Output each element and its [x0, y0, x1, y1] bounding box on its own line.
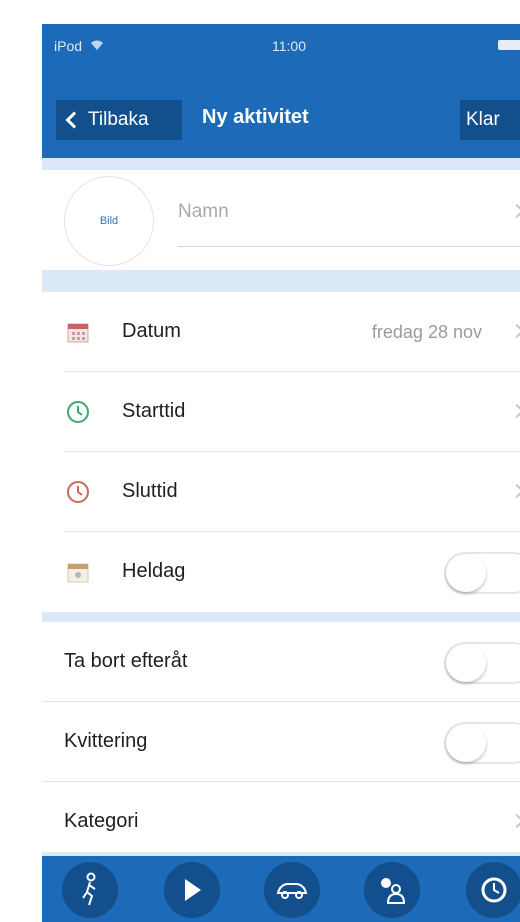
section-separator — [42, 270, 520, 292]
end-time-label: Sluttid — [122, 480, 178, 502]
tab-activity[interactable] — [62, 862, 118, 918]
remove-after-label: Ta bort efteråt — [64, 650, 188, 672]
tab-time[interactable] — [466, 862, 520, 918]
chevron-right-icon — [509, 203, 520, 219]
name-section: Bild — [42, 170, 520, 270]
category-label: Kategori — [64, 810, 139, 832]
receipt-row: Kvittering — [42, 702, 520, 782]
chevron-right-icon — [509, 813, 520, 829]
receipt-toggle[interactable] — [444, 722, 520, 764]
chevron-left-icon — [65, 111, 83, 129]
all-day-label: Heldag — [122, 560, 186, 582]
people-icon — [381, 878, 406, 904]
receipt-label: Kvittering — [64, 730, 148, 752]
phone-screen: iPod 11:00 Tilbaka Ny aktivitet Klar Bil… — [42, 24, 520, 922]
date-value: fredag 28 nov — [371, 322, 482, 342]
toggle-knob — [446, 644, 486, 682]
toggle-knob — [446, 554, 486, 592]
photo-label: Bild — [99, 215, 119, 227]
tab-transport[interactable] — [264, 862, 320, 918]
back-label: Tilbaka — [88, 109, 149, 130]
category-row[interactable]: Kategori — [42, 782, 520, 862]
calendar-icon — [67, 323, 89, 343]
page-title: Ny aktivitet — [202, 106, 309, 128]
tab-notifications[interactable] — [164, 862, 220, 918]
date-label: Datum — [122, 320, 181, 342]
clock-icon — [481, 877, 507, 903]
start-clock-icon — [67, 401, 89, 423]
section-separator — [42, 158, 520, 170]
status-bar: iPod 11:00 — [42, 24, 520, 68]
start-time-row[interactable]: Starttid — [42, 372, 520, 452]
chevron-right-icon — [509, 483, 520, 499]
top-bar: iPod 11:00 Tilbaka Ny aktivitet Klar — [42, 24, 520, 158]
start-time-label: Starttid — [122, 400, 186, 422]
bottom-tab-bar — [42, 856, 520, 922]
wifi-icon — [90, 40, 103, 50]
name-input[interactable] — [178, 192, 520, 232]
all-day-row: Heldag — [42, 532, 520, 612]
chevron-right-icon — [509, 323, 520, 339]
nav-bar: Tilbaka Ny aktivitet Klar — [42, 68, 520, 158]
remove-after-row: Ta bort efteråt — [42, 622, 520, 702]
battery-icon — [498, 40, 520, 50]
chevron-right-icon — [509, 403, 520, 419]
car-icon — [276, 883, 308, 899]
back-button[interactable]: Tilbaka — [56, 100, 182, 140]
photo-button[interactable]: Bild — [64, 176, 154, 266]
bell-icon — [185, 879, 201, 901]
tab-people[interactable] — [364, 862, 420, 918]
all-day-toggle[interactable] — [444, 552, 520, 594]
carrier-label: iPod — [54, 38, 104, 54]
done-button[interactable]: Klar — [460, 100, 520, 140]
carrier-text: iPod — [54, 38, 83, 54]
end-clock-icon — [67, 481, 89, 503]
toggle-knob — [446, 724, 486, 762]
date-row[interactable]: Datum fredag 28 nov — [42, 292, 520, 372]
calendar-day-icon — [67, 563, 89, 583]
walking-person-icon — [82, 872, 96, 906]
name-underline — [178, 246, 520, 247]
remove-after-toggle[interactable] — [444, 642, 520, 684]
end-time-row[interactable]: Sluttid — [42, 452, 520, 532]
status-time: 11:00 — [272, 38, 306, 54]
